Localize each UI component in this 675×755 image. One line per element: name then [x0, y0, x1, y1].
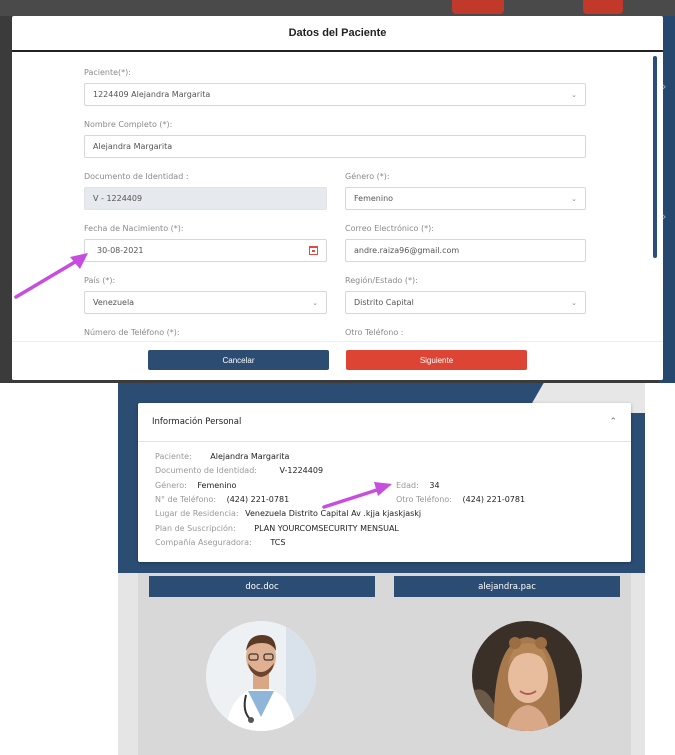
calendar-icon[interactable] [309, 246, 318, 255]
patient-select-field: Paciente(*): 1224409 Alejandra Margarita… [84, 68, 586, 106]
modal-body: Paciente(*): 1224409 Alejandra Margarita… [12, 52, 663, 341]
chevron-up-icon[interactable]: ⌃ [609, 417, 617, 427]
field-label: Otro Teléfono : [345, 328, 404, 337]
chevron-down-icon: ⌄ [571, 90, 577, 99]
patient-select[interactable]: 1224409 Alejandra Margarita ⌄ [84, 83, 586, 106]
field-value: V - 1224409 [93, 194, 143, 203]
birthdate-field: Fecha de Nacimiento (*): 30-08-2021 [84, 224, 327, 262]
info-row-phone: N° de Teléfono: (424) 221-0781 [155, 495, 289, 504]
patient-data-modal: Datos del Paciente Paciente(*): 1224409 … [12, 16, 663, 380]
info-value: Femenino [197, 481, 237, 490]
info-value: Alejandra Margarita [210, 452, 290, 461]
info-label: Plan de Suscripción: [155, 524, 236, 533]
participants-section: doc.doc alejandra.pac [138, 573, 631, 755]
field-value: Alejandra Margarita [93, 142, 173, 151]
info-label: Edad: [396, 481, 419, 490]
field-label: País (*): [84, 276, 116, 285]
scrollbar[interactable] [653, 56, 657, 258]
field-label: Correo Electrónico (*): [345, 224, 434, 233]
background-red-tab [452, 0, 504, 14]
other-phone-field: Otro Teléfono : [345, 328, 586, 341]
field-value: Femenino [354, 194, 394, 203]
patient-avatar [472, 621, 582, 731]
info-label: Otro Teléfono: [396, 495, 452, 504]
region-select[interactable]: Distrito Capital ⌄ [345, 291, 586, 314]
field-value: andre.raiza96@gmail.com [354, 246, 460, 255]
chevron-down-icon: ⌄ [312, 298, 318, 307]
region-field: Región/Estado (*): Distrito Capital ⌄ [345, 276, 586, 314]
field-label: Región/Estado (*): [345, 276, 418, 285]
id-document-input: V - 1224409 [84, 187, 327, 210]
info-row-insurer: Compañía Aseguradora: TCS [155, 538, 285, 547]
birthdate-input[interactable]: 30-08-2021 [84, 239, 327, 262]
gender-field: Género (*): Femenino ⌄ [345, 172, 586, 210]
card-title: Información Personal [152, 417, 242, 427]
info-label: Paciente: [155, 452, 192, 461]
screenshot-composite: › › Datos del Paciente Paciente(*): 1224… [0, 0, 675, 755]
phone-field: Número de Teléfono (*): [84, 328, 327, 341]
info-label: Género: [155, 481, 187, 490]
gender-select[interactable]: Femenino ⌄ [345, 187, 586, 210]
info-row-patient: Paciente: Alejandra Margarita [155, 452, 289, 461]
background-app-strip [0, 0, 675, 16]
info-value: (424) 221-0781 [226, 495, 290, 504]
email-input[interactable]: andre.raiza96@gmail.com [345, 239, 586, 262]
id-document-field: Documento de Identidad : V - 1224409 [84, 172, 327, 210]
doctor-name-bar: doc.doc [149, 576, 375, 597]
info-row-document: Documento de Identidad: V-1224409 [155, 466, 323, 475]
info-value: PLAN YOURCOMSECURITY MENSUAL [254, 524, 399, 533]
chevron-down-icon: ⌄ [571, 194, 577, 203]
field-label: Nombre Completo (*): [84, 120, 173, 129]
full-name-input[interactable]: Alejandra Margarita [84, 135, 586, 158]
info-row-residence: Lugar de Residencia: Venezuela Distrito … [155, 509, 421, 518]
country-select[interactable]: Venezuela ⌄ [84, 291, 327, 314]
field-label: Documento de Identidad : [84, 172, 189, 181]
field-value: Venezuela [93, 298, 135, 307]
doctor-avatar [206, 621, 316, 731]
background-red-tab [583, 0, 623, 14]
info-label: Lugar de Residencia: [155, 509, 239, 518]
info-row-other-phone: Otro Teléfono: (424) 221-0781 [396, 495, 525, 504]
field-label: Fecha de Nacimiento (*): [84, 224, 184, 233]
info-label: Compañía Aseguradora: [155, 538, 252, 547]
info-value: 34 [429, 481, 440, 490]
field-label: Paciente(*): [84, 68, 131, 77]
info-row-gender: Género: Femenino [155, 481, 236, 490]
field-value: Distrito Capital [354, 298, 414, 307]
info-value: TCS [270, 538, 286, 547]
field-label: Género (*): [345, 172, 390, 181]
next-button[interactable]: Siguiente [346, 350, 527, 370]
modal-header: Datos del Paciente [12, 16, 663, 52]
info-value: Venezuela Distrito Capital Av .kjja kjas… [245, 509, 422, 518]
patient-name-bar: alejandra.pac [394, 576, 620, 597]
info-row-plan: Plan de Suscripción: PLAN YOURCOMSECURIT… [155, 524, 399, 533]
card-header[interactable]: Información Personal ⌃ [138, 403, 631, 442]
info-value: (424) 221-0781 [462, 495, 526, 504]
chevron-down-icon: ⌄ [571, 298, 577, 307]
info-row-age: Edad: 34 [396, 481, 440, 490]
info-label: N° de Teléfono: [155, 495, 217, 504]
info-value: V-1224409 [279, 466, 324, 475]
field-label: Número de Teléfono (*): [84, 328, 180, 337]
full-name-field: Nombre Completo (*): Alejandra Margarita [84, 120, 586, 158]
personal-info-card: Información Personal ⌃ Paciente: Alejand… [138, 403, 631, 562]
email-field: Correo Electrónico (*): andre.raiza96@gm… [345, 224, 586, 262]
modal-footer: Cancelar Siguiente [12, 341, 663, 380]
modal-title: Datos del Paciente [288, 27, 387, 39]
patient-profile-screenshot: Información Personal ⌃ Paciente: Alejand… [118, 383, 645, 755]
field-value: 1224409 Alejandra Margarita [93, 90, 211, 99]
info-label: Documento de Identidad: [155, 466, 257, 475]
patient-modal-screenshot: › › Datos del Paciente Paciente(*): 1224… [0, 0, 675, 383]
field-value: 30-08-2021 [97, 246, 144, 255]
cancel-button[interactable]: Cancelar [148, 350, 329, 370]
country-field: País (*): Venezuela ⌄ [84, 276, 327, 314]
